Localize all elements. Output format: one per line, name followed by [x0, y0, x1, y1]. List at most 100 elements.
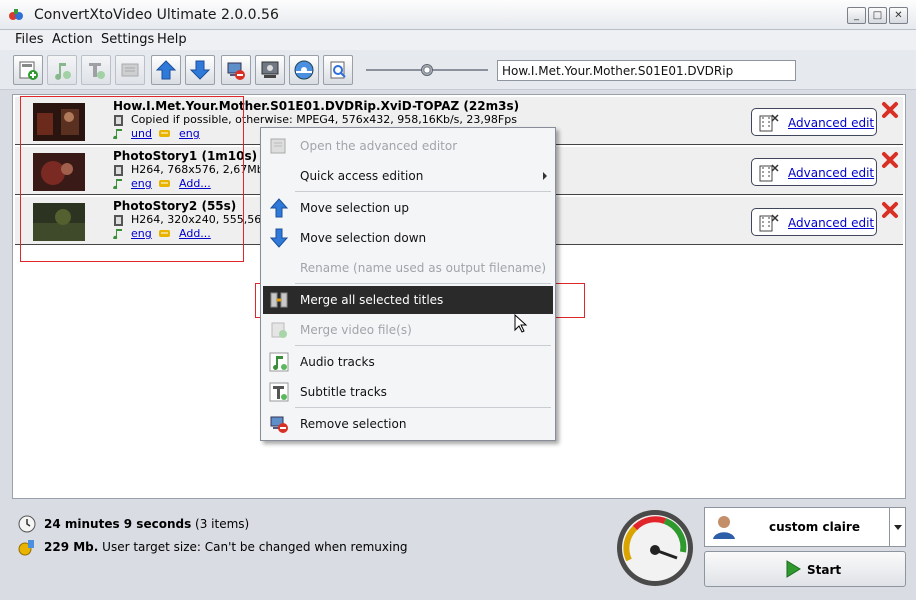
- menu-audio-tracks[interactable]: Audio tracks: [263, 348, 553, 376]
- move-down-icon: [189, 60, 211, 80]
- menu-quick-access-edition[interactable]: Quick access edition: [263, 162, 553, 190]
- move-down-button[interactable]: [185, 55, 215, 85]
- menu-item-label: Quick access edition: [300, 169, 424, 183]
- advanced-edit-icon: [759, 164, 779, 182]
- menu-open-advanced-editor[interactable]: Open the advanced editor: [263, 132, 553, 160]
- menu-action[interactable]: Action: [52, 32, 93, 47]
- start-label: Start: [807, 563, 842, 577]
- menu-separator: [295, 191, 551, 192]
- menu-separator: [295, 407, 551, 408]
- title-bar: ConvertXtoVideo Ultimate 2.0.0.56 _ □ ✕: [0, 0, 916, 30]
- item-count: (3 items): [195, 517, 250, 531]
- total-duration: 24 minutes 9 seconds: [44, 517, 192, 531]
- target-size: 229 Mb.: [44, 540, 99, 554]
- menu-item-label: Move selection down: [300, 231, 427, 245]
- context-menu: Open the advanced editor Quick access ed…: [260, 127, 556, 441]
- add-chapter-icon: [121, 63, 139, 77]
- size-line: 229 Mb. User target size: Can't be chang…: [44, 540, 408, 554]
- size-note: User target size: Can't be changed when …: [102, 540, 408, 554]
- menu-separator: [295, 283, 551, 284]
- delete-title-icon[interactable]: [881, 151, 899, 169]
- move-up-button[interactable]: [151, 55, 181, 85]
- zoom-slider[interactable]: [366, 62, 488, 78]
- add-audio-button[interactable]: [47, 55, 77, 85]
- speed-gauge: [617, 510, 693, 586]
- settings-button[interactable]: [255, 55, 285, 85]
- menu-item-label: Move selection up: [300, 201, 409, 215]
- settings-icon: [261, 61, 279, 78]
- advanced-edit-label: Advanced edit: [788, 166, 875, 180]
- menu-files[interactable]: Files: [15, 32, 44, 47]
- move-up-icon: [269, 198, 289, 218]
- profile-dropdown-button[interactable]: [889, 508, 905, 546]
- move-up-icon: [155, 60, 177, 80]
- menu-item-label: Audio tracks: [300, 355, 375, 369]
- add-subtitle-icon: [89, 63, 105, 79]
- merge-icon: [270, 292, 288, 308]
- advanced-edit-label: Advanced edit: [788, 216, 875, 230]
- menu-separator: [295, 345, 551, 346]
- menu-item-label: Remove selection: [300, 417, 407, 431]
- menu-item-label: Merge video file(s): [300, 323, 412, 337]
- profile-avatar-icon: [713, 516, 735, 539]
- mouse-cursor-icon: [514, 314, 528, 333]
- delete-title-icon[interactable]: [881, 201, 899, 219]
- advanced-edit-label: Advanced edit: [788, 116, 875, 130]
- advanced-edit-icon: [759, 214, 779, 232]
- remove-selection-icon: [270, 416, 288, 433]
- menu-item-label: Open the advanced editor: [300, 139, 458, 153]
- menu-merge-video-files[interactable]: Merge video file(s): [263, 316, 553, 344]
- move-down-icon: [269, 228, 289, 248]
- menu-settings[interactable]: Settings: [101, 32, 154, 47]
- close-button[interactable]: ✕: [889, 7, 908, 24]
- profile-selector[interactable]: custom claire: [704, 507, 906, 547]
- preview-icon: [330, 61, 346, 79]
- start-button[interactable]: Start: [704, 551, 906, 587]
- advanced-edit-icon: [759, 114, 779, 132]
- menu-item-label: Rename (name used as output filename): [300, 261, 547, 275]
- add-video-button[interactable]: [13, 55, 43, 85]
- add-video-icon: [19, 61, 38, 80]
- subtitle-track-icon: [269, 382, 289, 402]
- advanced-edit-button[interactable]: Advanced edit: [751, 158, 877, 186]
- app-icon: [9, 9, 23, 20]
- menu-item-label: Merge all selected titles: [300, 293, 444, 307]
- window-controls: _ □ ✕: [847, 7, 908, 24]
- menu-move-selection-down[interactable]: Move selection down: [263, 224, 553, 252]
- advanced-edit-button[interactable]: Advanced edit: [751, 108, 877, 136]
- clock-icon: [18, 515, 36, 533]
- add-subtitle-button[interactable]: [81, 55, 111, 85]
- output-name-input[interactable]: [497, 60, 796, 81]
- disk-size-icon: [18, 540, 34, 556]
- burn-disc-icon: [294, 60, 314, 80]
- maximize-button[interactable]: □: [868, 7, 887, 24]
- menu-subtitle-tracks[interactable]: Subtitle tracks: [263, 378, 553, 406]
- submenu-arrow-icon: [543, 172, 547, 180]
- burn-disc-button[interactable]: [289, 55, 319, 85]
- remove-icon: [227, 62, 245, 80]
- zoom-thumb[interactable]: [421, 64, 433, 76]
- menu-bar: Files Action Settings Help: [0, 30, 916, 50]
- menu-item-label: Subtitle tracks: [300, 385, 387, 399]
- window-title: ConvertXtoVideo Ultimate 2.0.0.56: [34, 7, 279, 23]
- menu-help[interactable]: Help: [157, 32, 187, 47]
- delete-title-icon[interactable]: [881, 101, 899, 119]
- editor-icon: [270, 138, 286, 154]
- audio-track-icon: [269, 352, 289, 372]
- menu-merge-selected-titles[interactable]: Merge all selected titles: [263, 286, 553, 314]
- play-icon: [786, 560, 801, 578]
- menu-rename[interactable]: Rename (name used as output filename): [263, 254, 553, 282]
- highlight-box-titles: [20, 96, 244, 262]
- minimize-button[interactable]: _: [847, 7, 866, 24]
- add-chapter-button[interactable]: [115, 55, 145, 85]
- status-panel: 24 minutes 9 seconds (3 items) 229 Mb. U…: [12, 507, 612, 593]
- add-audio-icon: [55, 63, 71, 80]
- duration-line: 24 minutes 9 seconds (3 items): [44, 517, 249, 531]
- preview-button[interactable]: [323, 55, 353, 85]
- merge-files-icon: [271, 322, 287, 338]
- menu-remove-selection[interactable]: Remove selection: [263, 410, 553, 438]
- menu-move-selection-up[interactable]: Move selection up: [263, 194, 553, 222]
- profile-name: custom claire: [769, 520, 860, 534]
- remove-button[interactable]: [221, 55, 251, 85]
- advanced-edit-button[interactable]: Advanced edit: [751, 208, 877, 236]
